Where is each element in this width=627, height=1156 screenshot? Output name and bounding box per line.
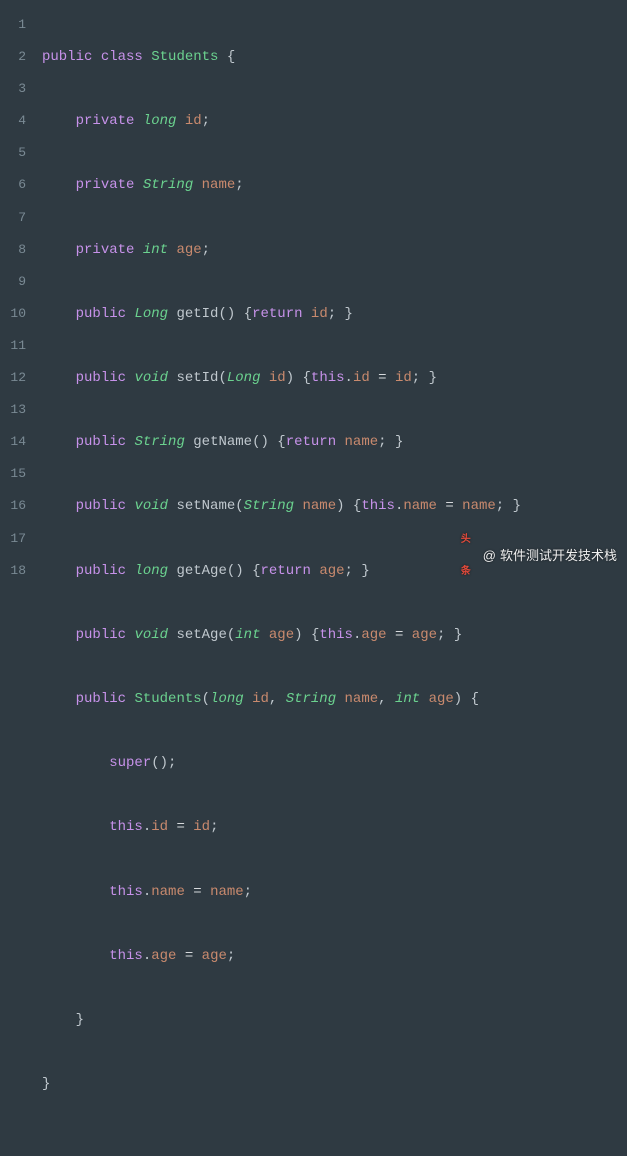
line-number: 7 bbox=[0, 202, 26, 234]
code-line: } bbox=[42, 1068, 627, 1100]
line-number: 4 bbox=[0, 105, 26, 137]
code-line: private long id; bbox=[42, 105, 627, 137]
line-number: 16 bbox=[0, 490, 26, 522]
code-line: this.name = name; bbox=[42, 876, 627, 908]
code-line: public class Students { bbox=[42, 41, 627, 73]
code-line: this.age = age; bbox=[42, 940, 627, 972]
line-number: 2 bbox=[0, 41, 26, 73]
code-line: private int age; bbox=[42, 234, 627, 266]
line-number-gutter: 1 2 3 4 5 6 7 8 9 10 11 12 13 14 15 16 1… bbox=[0, 0, 32, 578]
code-line: public void setName(String name) {this.n… bbox=[42, 490, 627, 522]
line-number: 10 bbox=[0, 298, 26, 330]
line-number: 12 bbox=[0, 362, 26, 394]
watermark-text: 软件测试开发技术栈 bbox=[500, 540, 617, 572]
code-line: public Long getId() {return id; } bbox=[42, 298, 627, 330]
code-line: public void setId(Long id) {this.id = id… bbox=[42, 362, 627, 394]
code-line: this.id = id; bbox=[42, 811, 627, 843]
code-line: public String getName() {return name; } bbox=[42, 426, 627, 458]
line-number: 8 bbox=[0, 234, 26, 266]
code-line: public void setAge(int age) {this.age = … bbox=[42, 619, 627, 651]
line-number: 14 bbox=[0, 426, 26, 458]
code-line: super(); bbox=[42, 747, 627, 779]
line-number: 13 bbox=[0, 394, 26, 426]
line-number: 6 bbox=[0, 169, 26, 201]
line-number: 5 bbox=[0, 137, 26, 169]
watermark: 头条 @ 软件测试开发技术栈 bbox=[461, 540, 617, 572]
code-area: public class Students { private long id;… bbox=[32, 0, 627, 578]
line-number: 15 bbox=[0, 458, 26, 490]
code-line bbox=[42, 1132, 627, 1156]
code-editor: 1 2 3 4 5 6 7 8 9 10 11 12 13 14 15 16 1… bbox=[0, 0, 627, 578]
watermark-logo-icon: 头条 bbox=[461, 547, 479, 565]
code-line: } bbox=[42, 1004, 627, 1036]
code-line: public Students(long id, String name, in… bbox=[42, 683, 627, 715]
line-number: 17 bbox=[0, 523, 26, 555]
code-line: private String name; bbox=[42, 169, 627, 201]
line-number: 3 bbox=[0, 73, 26, 105]
line-number: 11 bbox=[0, 330, 26, 362]
watermark-at: @ bbox=[483, 540, 496, 572]
line-number: 1 bbox=[0, 9, 26, 41]
line-number: 18 bbox=[0, 555, 26, 587]
line-number: 9 bbox=[0, 266, 26, 298]
